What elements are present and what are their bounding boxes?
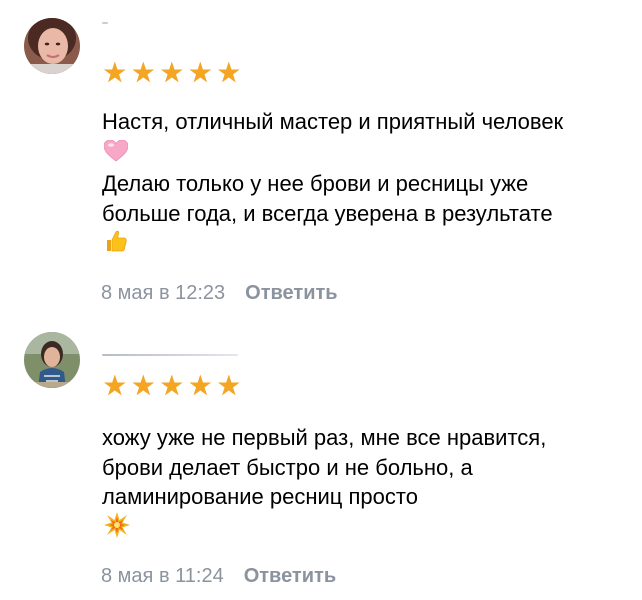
review-meta: 8 мая в 11:24 Ответить <box>101 564 336 588</box>
rating-stars: ★ ★ ★ ★ ★ <box>101 59 243 87</box>
rating-stars: ★ ★ ★ ★ ★ <box>101 372 243 400</box>
star-icon: ★ <box>130 57 156 88</box>
reply-button[interactable]: Ответить <box>245 281 337 305</box>
avatar[interactable] <box>24 332 80 388</box>
review-text-part: Настя, отличный мастер и приятный челове… <box>102 109 564 134</box>
review-item: ★ ★ ★ ★ ★ хожу уже не первый раз, мне вс… <box>0 318 642 600</box>
star-icon: ★ <box>102 370 128 401</box>
star-icon: ★ <box>102 57 128 88</box>
star-icon: ★ <box>130 370 156 401</box>
review-meta: 8 мая в 12:23 Ответить <box>101 281 338 305</box>
star-icon: ★ <box>216 370 242 401</box>
author-name-placeholder <box>102 22 108 24</box>
timestamp: 8 мая в 11:24 <box>101 565 224 587</box>
star-icon: ★ <box>216 57 242 88</box>
star-icon: ★ <box>159 370 185 401</box>
reply-button[interactable]: Ответить <box>244 564 336 588</box>
review-item: ★ ★ ★ ★ ★ Настя, отличный мастер и прият… <box>0 0 642 310</box>
review-text-part: Делаю только у нее брови и ресницы уже б… <box>102 171 553 226</box>
review-text: Настя, отличный мастер и приятный челове… <box>102 107 572 261</box>
collision-emoji-icon <box>104 511 130 546</box>
author-name-placeholder <box>102 354 238 356</box>
star-icon: ★ <box>159 57 185 88</box>
star-icon: ★ <box>187 57 213 88</box>
review-text: хожу уже не первый раз, мне все нравится… <box>102 423 572 545</box>
review-text-part: хожу уже не первый раз, мне все нравится… <box>102 425 547 509</box>
thumbs-up-emoji-icon <box>104 229 128 261</box>
heart-emoji-icon <box>103 139 129 170</box>
avatar[interactable] <box>24 18 80 74</box>
star-icon: ★ <box>187 370 213 401</box>
timestamp: 8 мая в 12:23 <box>101 282 226 304</box>
